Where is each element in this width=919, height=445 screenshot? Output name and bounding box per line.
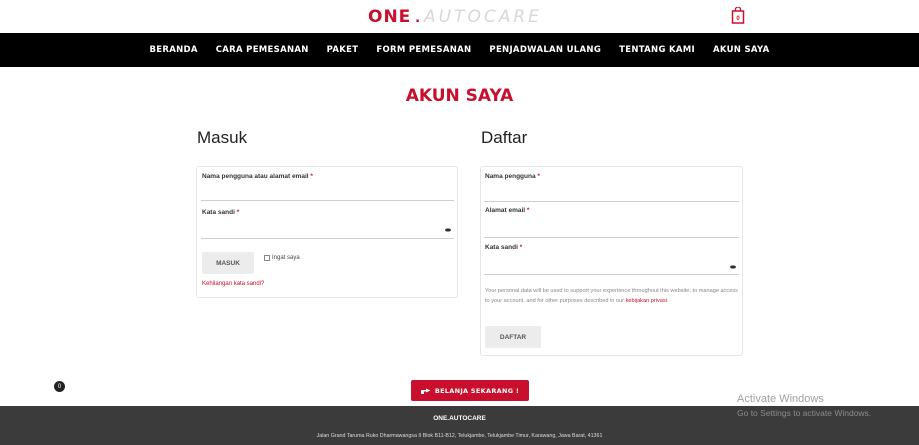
pointing-hand-icon bbox=[420, 388, 431, 394]
shop-now-label: BELANJA SEKARANG ! bbox=[434, 386, 520, 395]
show-password-icon[interactable] bbox=[445, 228, 451, 232]
register-email-label: Alamat email * bbox=[485, 207, 530, 214]
show-password-icon[interactable] bbox=[730, 265, 736, 269]
register-submit-button[interactable]: DAFTAR bbox=[485, 326, 541, 348]
register-password-label: Kata sandi * bbox=[485, 244, 523, 251]
cart-count-badge: 0 bbox=[54, 381, 65, 392]
register-username-label: Nama pengguna * bbox=[485, 173, 540, 180]
nav-item-beranda[interactable]: BERANDA bbox=[150, 45, 198, 55]
remember-me-checkbox[interactable] bbox=[264, 255, 270, 261]
login-username-input[interactable] bbox=[201, 183, 454, 199]
login-password-underline bbox=[201, 238, 454, 239]
footer-address: Jalan Grand Taruma Ruko Dharmawangsa II … bbox=[316, 433, 603, 439]
page-title: AKUN SAYA bbox=[405, 86, 514, 106]
login-username-underline bbox=[201, 200, 454, 201]
register-username-input[interactable] bbox=[484, 183, 739, 200]
register-password-input[interactable] bbox=[484, 255, 724, 273]
watermark-line-2: Go to Settings to activate Windows. bbox=[737, 408, 872, 418]
logo-text-autocare: AUTOCARE bbox=[424, 7, 542, 27]
register-password-underline bbox=[484, 274, 739, 275]
register-username-underline bbox=[484, 201, 739, 202]
nav-item-tentang-kami[interactable]: TENTANG KAMI bbox=[619, 45, 695, 55]
watermark-line-1: Activate Windows bbox=[737, 393, 824, 405]
lost-password-link[interactable]: Kehilangan kata sandi? bbox=[202, 281, 264, 287]
login-username-label: Nama pengguna atau alamat email * bbox=[202, 173, 313, 180]
login-form: Nama pengguna atau alamat email * Kata s… bbox=[196, 166, 458, 298]
login-submit-button[interactable]: MASUK bbox=[202, 252, 254, 274]
shop-now-button[interactable]: BELANJA SEKARANG ! bbox=[411, 380, 529, 401]
nav-item-penjadwalan-ulang[interactable]: PENJADWALAN ULANG bbox=[489, 45, 601, 55]
login-title: Masuk bbox=[197, 128, 248, 147]
nav-item-akun-saya[interactable]: AKUN SAYA bbox=[713, 45, 770, 55]
register-email-underline bbox=[484, 237, 739, 238]
logo-text-one: ONE bbox=[368, 7, 412, 27]
login-password-input[interactable] bbox=[201, 219, 441, 237]
register-form: Nama pengguna * Alamat email * Kata sand… bbox=[480, 166, 743, 356]
main-nav: BERANDA CARA PEMESANAN PAKET FORM PEMESA… bbox=[0, 33, 919, 67]
privacy-notice: Your personal data will be used to suppo… bbox=[485, 288, 738, 304]
site-header: ONE. AUTOCARE 0 bbox=[0, 0, 919, 32]
logo-dot: . bbox=[415, 7, 421, 26]
register-title: Daftar bbox=[481, 128, 528, 147]
nav-item-paket[interactable]: PAKET bbox=[327, 45, 359, 55]
register-email-input[interactable] bbox=[484, 217, 739, 235]
privacy-policy-link[interactable]: kebijakan privasi bbox=[626, 298, 667, 304]
svg-text:0: 0 bbox=[736, 16, 740, 22]
nav-item-cara-pemesanan[interactable]: CARA PEMESANAN bbox=[216, 45, 309, 55]
header-cart-button[interactable]: 0 bbox=[731, 6, 745, 24]
nav-item-form-pemesanan[interactable]: FORM PEMESANAN bbox=[376, 45, 471, 55]
windows-activation-watermark: Activate Windows Go to Settings to activ… bbox=[737, 393, 871, 418]
remember-me-label: Ingat saya bbox=[272, 255, 300, 261]
shopping-bag-icon: 0 bbox=[731, 6, 745, 24]
login-password-label: Kata sandi * bbox=[202, 209, 240, 216]
site-logo[interactable]: ONE. AUTOCARE bbox=[368, 7, 542, 27]
